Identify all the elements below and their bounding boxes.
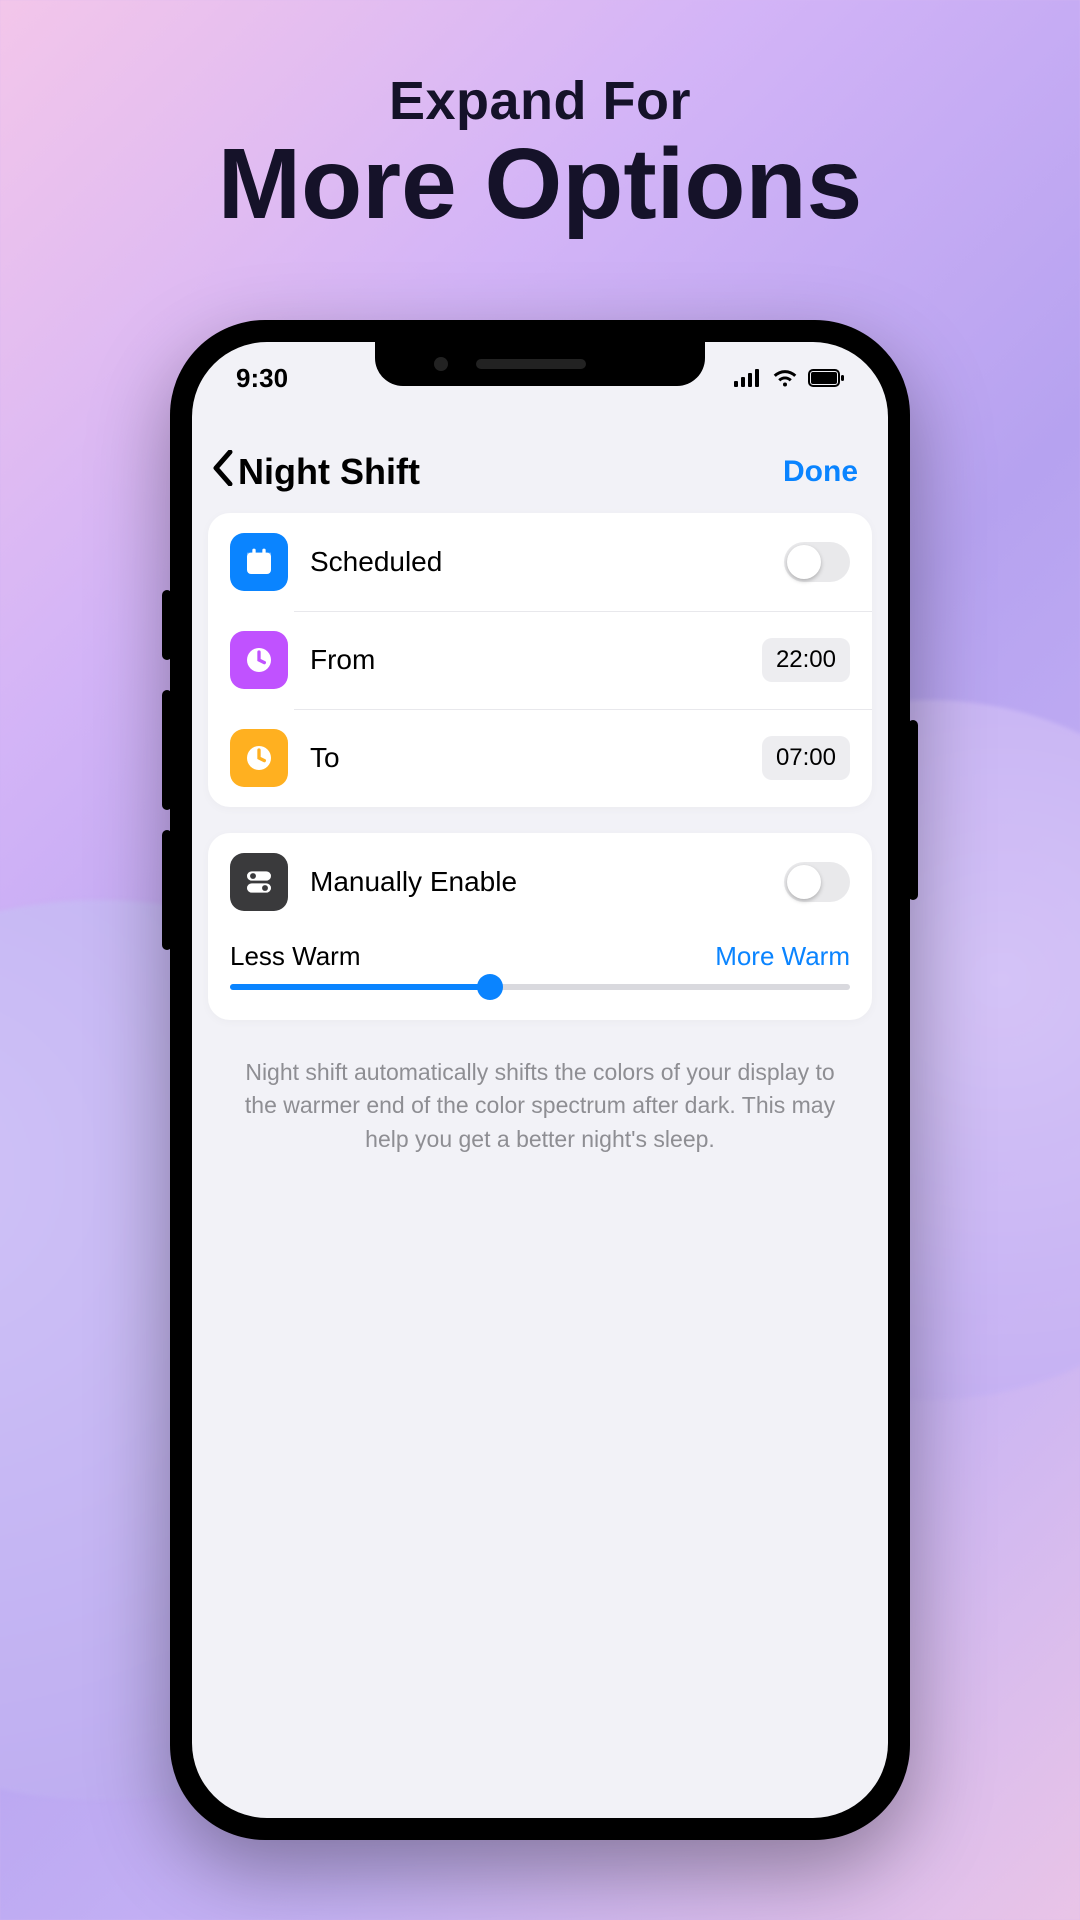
wifi-icon (772, 369, 798, 387)
from-value[interactable]: 22:00 (762, 638, 850, 682)
toggle-icon (230, 853, 288, 911)
page-title: Night Shift (238, 451, 420, 493)
scheduled-row: Scheduled (208, 513, 872, 611)
status-time: 9:30 (236, 363, 288, 394)
chevron-left-icon (212, 450, 234, 493)
to-row[interactable]: To 07:00 (208, 709, 872, 807)
more-warm-label: More Warm (715, 941, 850, 972)
phone-screen: 9:30 Night Shift (192, 342, 888, 1818)
clock-icon (230, 729, 288, 787)
slider-thumb[interactable] (477, 974, 503, 1000)
scheduled-label: Scheduled (310, 546, 762, 578)
manual-label: Manually Enable (310, 866, 762, 898)
manual-toggle[interactable] (784, 862, 850, 902)
cellular-icon (734, 369, 762, 387)
battery-icon (808, 369, 844, 387)
promo-headline: More Options (0, 132, 1080, 237)
footer-description: Night shift automatically shifts the col… (208, 1046, 872, 1156)
calendar-icon (230, 533, 288, 591)
status-bar: 9:30 (192, 342, 888, 414)
promo-subtitle: Expand For (0, 70, 1080, 132)
from-row[interactable]: From 22:00 (208, 611, 872, 709)
phone-mockup: 9:30 Night Shift (170, 320, 910, 1840)
done-button[interactable]: Done (783, 455, 864, 489)
promo-title: Expand For More Options (0, 0, 1080, 237)
back-button[interactable]: Night Shift (212, 450, 420, 493)
slider-fill (230, 984, 490, 990)
scheduled-toggle[interactable] (784, 542, 850, 582)
from-label: From (310, 644, 740, 676)
warmth-labels: Less Warm More Warm (208, 931, 872, 984)
warmth-slider[interactable] (230, 984, 850, 990)
nav-bar: Night Shift Done (208, 442, 872, 513)
schedule-card: Scheduled From 22:00 To 07:00 (208, 513, 872, 807)
manual-row: Manually Enable (208, 833, 872, 931)
to-label: To (310, 742, 740, 774)
less-warm-label: Less Warm (230, 941, 361, 972)
to-value[interactable]: 07:00 (762, 736, 850, 780)
clock-icon (230, 631, 288, 689)
manual-card: Manually Enable Less Warm More Warm (208, 833, 872, 1020)
